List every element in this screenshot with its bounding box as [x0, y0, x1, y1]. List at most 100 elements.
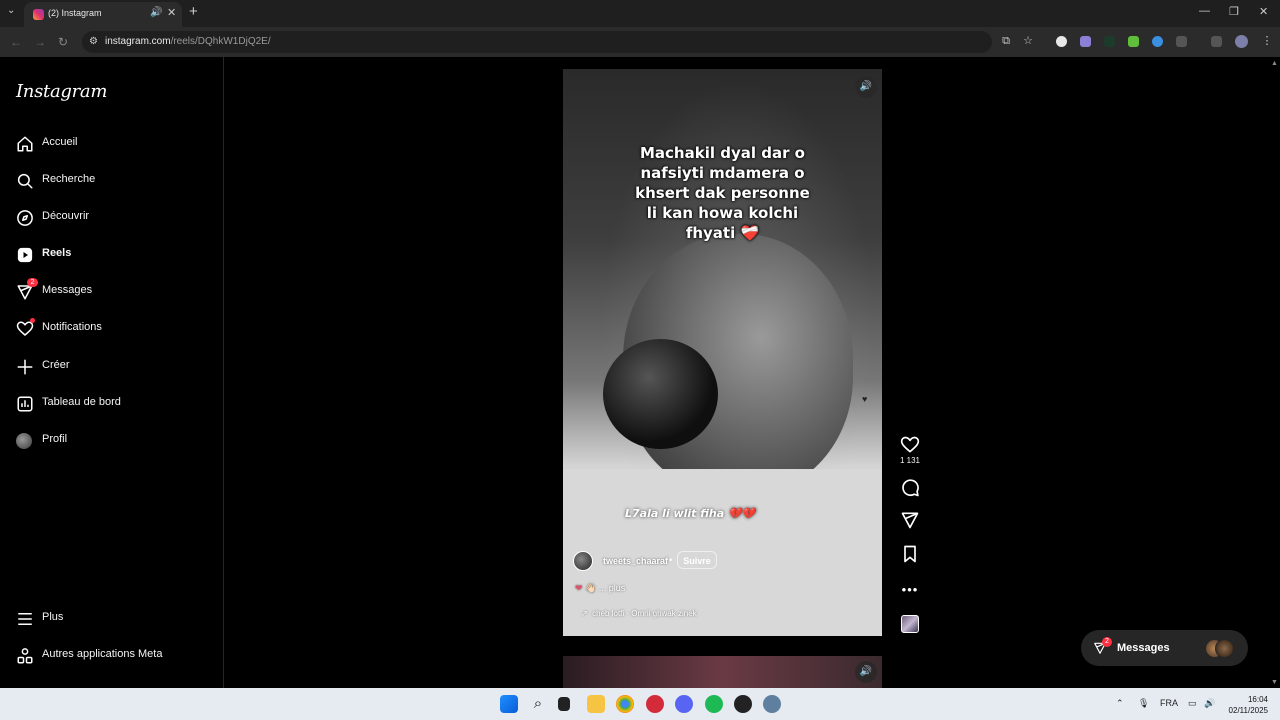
menu-icon — [18, 613, 32, 625]
spotify-icon[interactable] — [705, 695, 723, 713]
browser-tab-instagram[interactable]: (2) Instagram 🔊 ✕ — [24, 2, 182, 27]
tab-audio-icon[interactable]: 🔊 — [150, 7, 162, 18]
app-icon[interactable] — [734, 695, 752, 713]
extension-icon[interactable] — [1056, 36, 1067, 47]
caption-line: li kan howa kolchi — [646, 204, 799, 222]
clock-date: 02/11/2025 — [1228, 706, 1268, 715]
discord-icon[interactable] — [675, 695, 693, 713]
reload-icon[interactable]: ↻ — [58, 35, 68, 49]
nav-notifications[interactable]: Notifications — [0, 314, 222, 344]
search-icon[interactable]: ⌕ — [529, 695, 547, 713]
compass-icon — [17, 210, 33, 226]
sound-toggle-button[interactable]: 🔊 — [855, 76, 877, 98]
nav-more[interactable]: Plus — [0, 604, 222, 634]
reading-list-icon[interactable] — [1211, 36, 1222, 47]
author-row: tweets_chaaraf • Suivre — [573, 549, 873, 571]
reel-description[interactable]: ❤ 👋🏻 ... plus — [575, 583, 625, 594]
extension-icon[interactable] — [1152, 36, 1163, 47]
nav-more-label: Plus — [42, 611, 64, 623]
search-icon — [17, 173, 33, 189]
video-subtext: L7ala li wlit fiha 💔💔 — [625, 507, 756, 520]
avatar — [1215, 639, 1234, 658]
tab-title: (2) Instagram — [48, 8, 102, 18]
install-app-icon[interactable]: ⧉ — [1000, 35, 1012, 47]
clock[interactable]: 16:04 02/11/2025 — [1226, 694, 1268, 716]
video-headphone — [603, 339, 718, 449]
sound-toggle-button[interactable]: 🔊 — [855, 661, 877, 683]
forward-icon[interactable]: → — [34, 35, 46, 49]
author-username[interactable]: tweets_chaaraf — [603, 556, 668, 566]
dashboard-icon — [17, 396, 33, 412]
next-reel-preview[interactable]: 🔊 — [563, 656, 882, 688]
nav-dashboard[interactable]: Tableau de bord — [0, 389, 222, 419]
heart-emoji-icon: ❤ 👋🏻 — [575, 583, 597, 593]
extension-icon[interactable] — [1080, 36, 1091, 47]
plus-icon — [17, 359, 33, 375]
nav-dashboard-label: Tableau de bord — [42, 396, 121, 408]
back-icon[interactable]: ← — [10, 35, 22, 49]
nav-profile[interactable]: Profil — [0, 426, 222, 456]
extensions-puzzle-icon[interactable] — [1176, 36, 1187, 47]
nav-messages-label: Messages — [42, 284, 93, 296]
window-close-icon[interactable]: ✕ — [1259, 5, 1268, 18]
save-bookmark-icon[interactable] — [900, 544, 920, 564]
app-icon[interactable] — [646, 695, 664, 713]
messages-pill-label: Messages — [1117, 642, 1170, 654]
tray-overflow-icon[interactable]: ⌃ — [1116, 698, 1124, 709]
volume-icon[interactable]: 🔊 — [1204, 698, 1215, 709]
language-indicator[interactable]: FRA — [1160, 698, 1178, 708]
nav-create-label: Créer — [42, 359, 70, 371]
address-bar[interactable]: ⚙ instagram.com/reels/DQhkW1DjQ2E/ — [82, 31, 992, 53]
microphone-icon[interactable]: 🎙 — [1138, 698, 1149, 709]
windows-taskbar: ⌕ ⌃ 🎙 FRA ▭ 🔊 16:04 02/11/2025 — [0, 688, 1280, 720]
browser-profile-avatar[interactable] — [1235, 35, 1248, 48]
windows-start-icon[interactable] — [500, 695, 518, 713]
reel-video[interactable]: 🔊 Machakil dyal dar o nafsiyti mdamera o… — [563, 69, 882, 636]
tab-search-icon[interactable]: ⌄ — [7, 5, 15, 16]
nav-create[interactable]: Créer — [0, 352, 222, 382]
nav-notifications-label: Notifications — [42, 321, 102, 333]
chrome-icon[interactable] — [616, 695, 634, 713]
messages-pill[interactable]: 2 Messages — [1081, 630, 1248, 666]
nav-home[interactable]: Accueil — [0, 129, 222, 159]
comment-icon[interactable] — [900, 478, 920, 498]
url-path: /reels/DQhkW1DjQ2E/ — [170, 36, 271, 47]
instagram-logo[interactable]: Instagram — [16, 81, 107, 102]
restore-icon[interactable]: ❐ — [1229, 5, 1239, 18]
caption-line: nafsiyti mdamera o — [640, 164, 805, 182]
separator: • — [669, 555, 673, 565]
bookmark-star-icon[interactable]: ☆ — [1022, 35, 1034, 47]
reel-audio[interactable]: ↗ cheb lotfi · Omrii ghwak zinek — [581, 609, 697, 618]
more-options-icon[interactable]: ••• — [900, 582, 920, 597]
audio-arrow-icon: ↗ — [581, 609, 588, 618]
caption-line: Machakil dyal dar o — [639, 144, 805, 162]
extension-icon[interactable] — [1128, 36, 1139, 47]
author-avatar[interactable] — [573, 551, 593, 571]
desc-more: ... plus — [598, 583, 626, 593]
scroll-down-arrow-icon[interactable]: ▼ — [1271, 679, 1278, 686]
like-heart-icon[interactable] — [900, 435, 920, 455]
share-icon[interactable] — [900, 510, 920, 530]
new-tab-button[interactable]: + — [189, 3, 198, 20]
tab-close-icon[interactable]: ✕ — [167, 6, 176, 19]
follow-button[interactable]: Suivre — [677, 551, 717, 569]
file-explorer-icon[interactable] — [587, 695, 605, 713]
small-heart-icon: ♥ — [862, 394, 868, 404]
minimize-icon[interactable]: — — [1199, 5, 1210, 17]
notifications-dot — [30, 318, 35, 323]
settings-gear-icon[interactable] — [763, 695, 781, 713]
nav-reels[interactable]: Reels — [0, 240, 222, 270]
browser-menu-icon[interactable]: ⋮ — [1261, 35, 1273, 47]
audio-thumbnail[interactable] — [901, 615, 919, 633]
caption-line: khsert dak personne — [635, 184, 810, 202]
nav-meta-apps[interactable]: Autres applications Meta — [0, 641, 222, 671]
scroll-up-arrow-icon[interactable]: ▲ — [1271, 60, 1278, 67]
extension-icon[interactable] — [1104, 36, 1115, 47]
nav-messages[interactable]: 2 Messages — [0, 277, 222, 307]
site-info-icon[interactable]: ⚙ — [89, 36, 98, 47]
network-icon[interactable]: ▭ — [1188, 698, 1197, 709]
nav-explore[interactable]: Découvrir — [0, 203, 222, 233]
like-count[interactable]: 1 131 — [895, 456, 925, 465]
nav-search[interactable]: Recherche — [0, 166, 222, 196]
task-view-icon[interactable] — [558, 697, 570, 711]
